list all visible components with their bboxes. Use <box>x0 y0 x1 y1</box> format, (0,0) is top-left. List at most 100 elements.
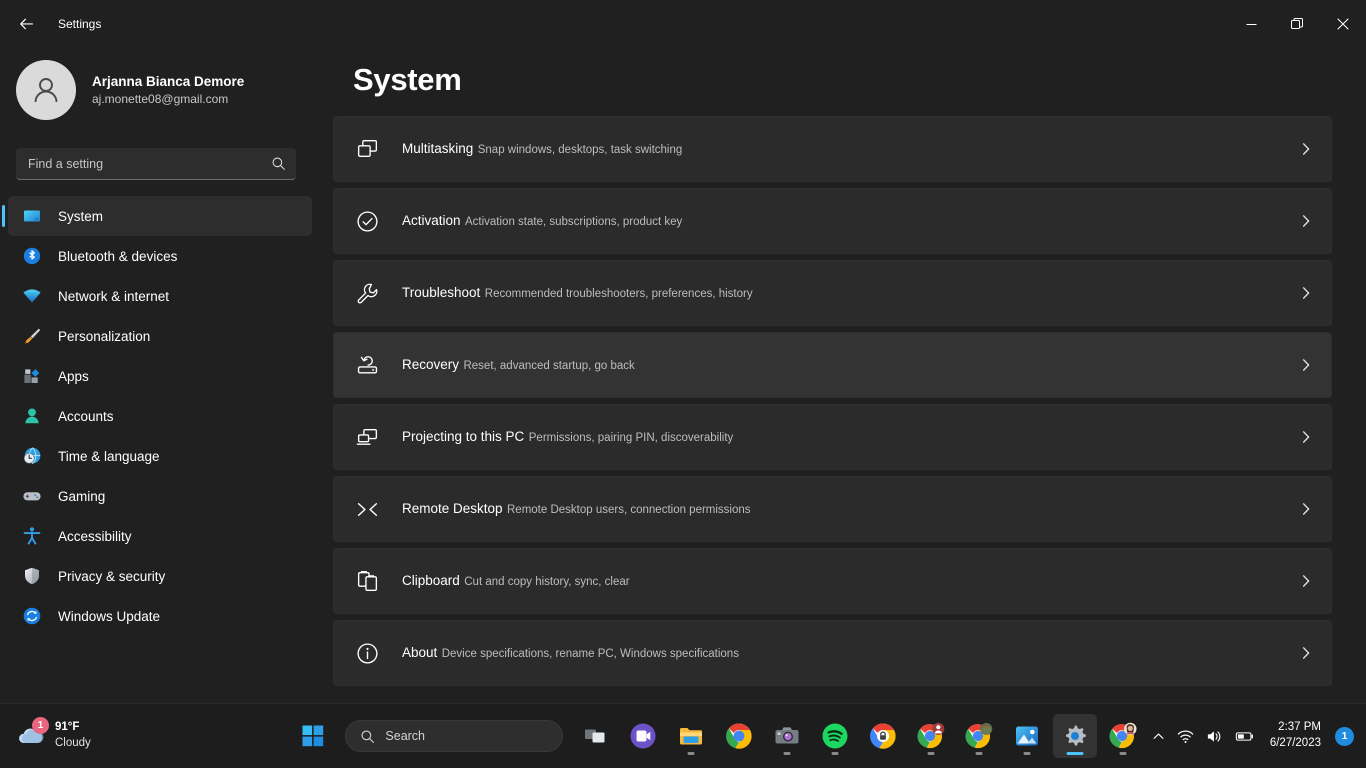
running-indicator <box>831 752 839 755</box>
card-text: Activation Activation state, subscriptio… <box>402 211 1299 231</box>
weather-widget[interactable]: 1 91°F Cloudy <box>0 717 290 753</box>
sidebar-item-accounts[interactable]: Accounts <box>8 396 312 436</box>
sidebar-item-bluetooth-devices[interactable]: Bluetooth & devices <box>8 236 312 276</box>
taskbar-app-settings[interactable] <box>1053 714 1098 758</box>
profile-email: aj.monette08@gmail.com <box>92 92 229 107</box>
close-button[interactable] <box>1320 0 1366 48</box>
minimize-button[interactable] <box>1228 0 1274 48</box>
sidebar-item-label: Bluetooth & devices <box>58 248 178 264</box>
taskbar-app-chrome-password[interactable] <box>861 714 905 758</box>
user-profile[interactable]: Arjanna Bianca Demore aj.monette08@gmail… <box>0 48 320 124</box>
tray-volume-button[interactable] <box>1201 716 1228 756</box>
card-title: Projecting to this PC <box>402 428 525 444</box>
card-text: Remote Desktop Remote Desktop users, con… <box>402 499 1299 519</box>
taskbar-app-chrome-profile-1[interactable] <box>909 714 953 758</box>
person-icon <box>34 78 58 103</box>
card-text: Troubleshoot Recommended troubleshooters… <box>402 283 1299 303</box>
back-button[interactable] <box>8 6 44 42</box>
card-title: Multitasking <box>402 140 474 156</box>
search-box[interactable] <box>16 148 296 180</box>
clock-date: 6/27/2023 <box>1269 737 1321 749</box>
spotify-icon <box>822 723 848 749</box>
running-indicator <box>1023 752 1031 755</box>
settings-card-clipboard[interactable]: Clipboard Cut and copy history, sync, cl… <box>333 548 1332 614</box>
weather-text: 91°F Cloudy <box>55 720 91 751</box>
taskbar-app-chrome-profile-3[interactable] <box>1101 714 1145 758</box>
chevron-right-icon <box>1299 214 1313 228</box>
card-subtitle: Remote Desktop users, connection permiss… <box>507 503 751 516</box>
chrome-profile-icon <box>917 722 945 749</box>
sidebar-item-network-internet[interactable]: Network & internet <box>8 276 312 316</box>
taskbar-app-spotify[interactable] <box>813 714 857 758</box>
sidebar-item-privacy-security[interactable]: Privacy & security <box>8 556 312 596</box>
taskbar-app-photos[interactable] <box>1005 714 1049 758</box>
windows-logo-icon <box>302 725 324 747</box>
card-text: Projecting to this PC Permissions, pairi… <box>402 427 1299 447</box>
remote-desktop-icon <box>350 497 384 522</box>
window-controls <box>1228 0 1366 48</box>
taskbar-app-google-chrome[interactable] <box>717 714 761 758</box>
info-circle-icon <box>350 641 384 666</box>
wrench-icon <box>350 281 384 306</box>
settings-card-activation[interactable]: Activation Activation state, subscriptio… <box>333 188 1332 254</box>
card-title: Clipboard <box>402 572 460 588</box>
search-input[interactable] <box>28 156 271 171</box>
avatar <box>16 60 76 120</box>
clock-time: 2:37 PM <box>1278 721 1321 734</box>
sidebar-item-label: Personalization <box>58 328 151 344</box>
notification-badge[interactable]: 1 <box>1335 726 1354 746</box>
tray-overflow-button[interactable] <box>1147 716 1170 756</box>
maximize-button[interactable] <box>1274 0 1320 48</box>
card-subtitle: Device specifications, rename PC, Window… <box>441 647 739 660</box>
taskbar-search-placeholder: Search <box>385 729 426 743</box>
window-title: Settings <box>58 17 102 31</box>
taskbar-app-task-view[interactable] <box>573 714 617 758</box>
search-icon <box>272 157 285 170</box>
sidebar-item-system[interactable]: System <box>2 196 312 236</box>
taskbar-search[interactable]: Search <box>345 720 564 752</box>
paintbrush-icon <box>22 326 42 346</box>
sidebar-item-label: Accounts <box>58 408 114 424</box>
settings-card-recovery[interactable]: Recovery Reset, advanced startup, go bac… <box>333 332 1332 398</box>
settings-card-multitasking[interactable]: Multitasking Snap windows, desktops, tas… <box>333 116 1332 182</box>
card-text: Multitasking Snap windows, desktops, tas… <box>402 139 1299 159</box>
taskbar-app-file-explorer[interactable] <box>669 714 713 758</box>
sidebar-item-time-language[interactable]: Time & language <box>8 436 312 476</box>
main-content: System Multitasking Snap windows, deskto… <box>320 48 1366 751</box>
sidebar-item-windows-update[interactable]: Windows Update <box>8 596 312 636</box>
card-subtitle: Reset, advanced startup, go back <box>463 359 635 372</box>
card-subtitle: Activation state, subscriptions, product… <box>464 215 683 228</box>
start-button[interactable] <box>291 714 335 758</box>
taskbar-app-google-meet[interactable] <box>621 714 665 758</box>
sidebar-item-personalization[interactable]: Personalization <box>8 316 312 356</box>
card-title: Recovery <box>402 356 460 372</box>
settings-card-about[interactable]: About Device specifications, rename PC, … <box>333 620 1332 686</box>
weather-badge: 1 <box>32 717 49 734</box>
sidebar-item-label: Apps <box>58 368 89 384</box>
sidebar-item-gaming[interactable]: Gaming <box>8 476 312 516</box>
taskbar-app-camera[interactable] <box>765 714 809 758</box>
clock[interactable]: 2:37 PM 6/27/2023 <box>1262 716 1329 756</box>
running-indicator <box>1119 752 1127 755</box>
weather-condition: Cloudy <box>55 737 91 749</box>
chevron-right-icon <box>1299 502 1313 516</box>
clipboard-icon <box>350 569 384 594</box>
gamepad-icon <box>22 486 42 506</box>
sidebar-item-label: Network & internet <box>58 288 170 304</box>
check-circle-icon <box>350 209 384 234</box>
settings-card-projecting-to-this-pc[interactable]: Projecting to this PC Permissions, pairi… <box>333 404 1332 470</box>
camera-icon <box>775 727 799 744</box>
card-title: Remote Desktop <box>402 500 503 516</box>
sidebar-item-accessibility[interactable]: Accessibility <box>8 516 312 556</box>
tray-battery-button[interactable] <box>1230 716 1260 756</box>
sidebar-item-apps[interactable]: Apps <box>8 356 312 396</box>
shield-icon <box>22 566 42 586</box>
tray-wifi-button[interactable] <box>1172 716 1199 756</box>
taskbar-center: Search <box>290 714 1147 758</box>
monitor-icon <box>22 206 42 226</box>
taskbar-app-chrome-profile-2[interactable] <box>957 714 1001 758</box>
settings-card-troubleshoot[interactable]: Troubleshoot Recommended troubleshooters… <box>333 260 1332 326</box>
project-screen-icon <box>350 425 384 450</box>
running-indicator <box>783 752 791 755</box>
settings-card-remote-desktop[interactable]: Remote Desktop Remote Desktop users, con… <box>333 476 1332 542</box>
